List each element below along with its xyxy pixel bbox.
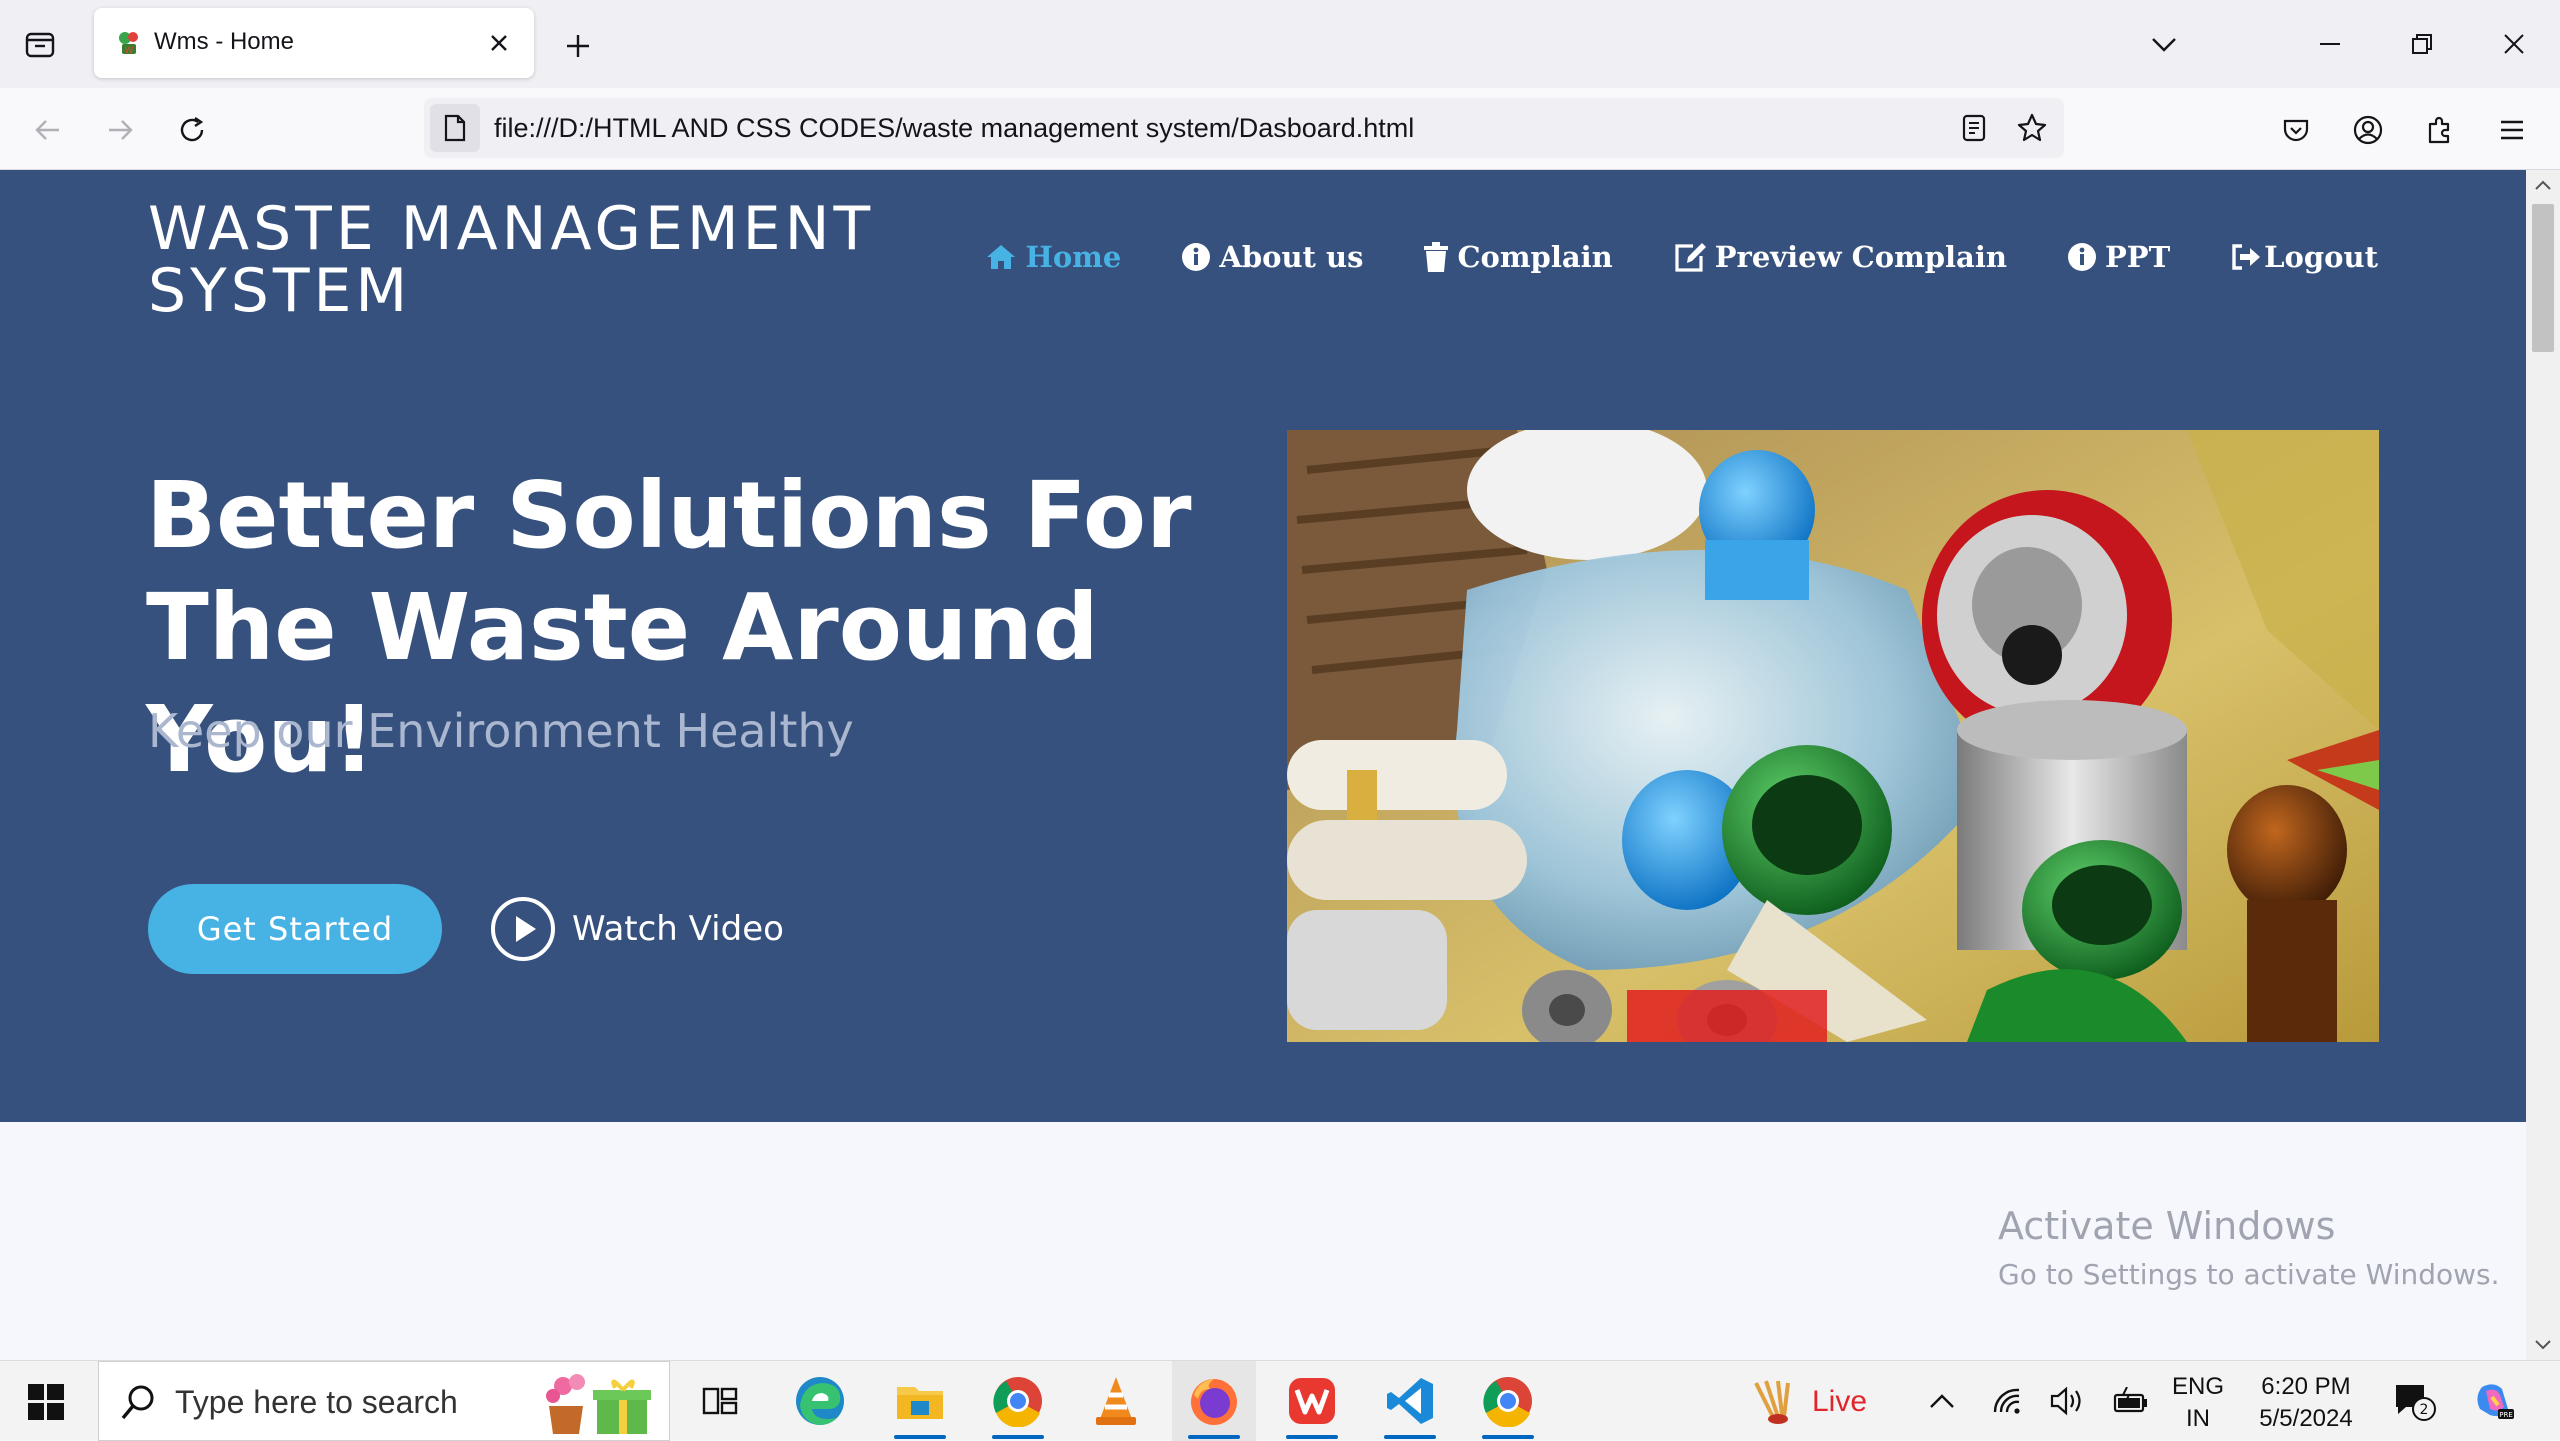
task-view-icon[interactable]: [678, 1361, 762, 1441]
firefox-view-icon[interactable]: [20, 26, 60, 62]
show-hidden-icons-chevron-icon[interactable]: [1920, 1379, 1964, 1423]
hero-recycling-image: [1287, 430, 2379, 1042]
scroll-down-arrow-icon[interactable]: [2526, 1330, 2560, 1360]
hero-section: WASTE MANAGEMENT SYSTEM Home About us Co…: [0, 170, 2526, 1122]
copilot-preview-icon[interactable]: PRE: [2472, 1379, 2516, 1423]
nav-label-logout: Logout: [2264, 240, 2378, 274]
nav-label-preview-complain: Preview Complain: [1714, 240, 2007, 274]
activate-windows-watermark: Activate Windows Go to Settings to activ…: [1998, 1204, 2500, 1291]
account-icon[interactable]: [2346, 108, 2390, 152]
list-all-tabs-chevron-icon[interactable]: [2144, 24, 2184, 64]
live-label: Live: [1812, 1385, 1868, 1418]
back-arrow-icon[interactable]: [24, 106, 72, 154]
live-widget[interactable]: Live: [1752, 1379, 1867, 1425]
page-info-icon[interactable]: [430, 104, 480, 152]
vscode-icon[interactable]: [1368, 1361, 1452, 1441]
new-tab-plus-icon[interactable]: [558, 26, 598, 66]
nav-label-ppt: PPT: [2104, 240, 2171, 274]
site-favicon-icon: W: [119, 32, 138, 56]
site-logo[interactable]: WASTE MANAGEMENT SYSTEM: [148, 198, 928, 322]
main-navigation: Home About us Complain Preview Complain …: [925, 240, 2378, 274]
notification-count: 2: [2420, 1402, 2429, 1418]
taskbar-clock[interactable]: 6:20 PM 5/5/2024: [2248, 1371, 2364, 1435]
nav-label-complain: Complain: [1457, 240, 1613, 274]
activate-windows-title: Activate Windows: [1998, 1204, 2336, 1248]
chrome-icon[interactable]: [976, 1361, 1060, 1441]
language-code: ENG: [2172, 1373, 2225, 1400]
info-icon: [1182, 243, 1211, 271]
edge-browser-icon[interactable]: [778, 1361, 862, 1441]
search-highlight-gifts-icon: [546, 1374, 651, 1434]
info-icon: [2067, 243, 2096, 271]
get-started-button[interactable]: Get Started: [148, 884, 442, 974]
minimize-window-icon[interactable]: [2300, 20, 2360, 68]
battery-icon[interactable]: [2110, 1379, 2154, 1423]
activate-windows-subtitle: Go to Settings to activate Windows.: [1998, 1258, 2500, 1291]
extensions-puzzle-icon[interactable]: [2418, 108, 2462, 152]
page-scrollbar[interactable]: [2526, 170, 2560, 1360]
pocket-icon[interactable]: [2274, 108, 2318, 152]
edit-icon: [1675, 243, 1706, 272]
nav-item-about-us[interactable]: About us: [1181, 240, 1363, 274]
search-icon: [121, 1385, 154, 1420]
search-placeholder: Type here to search: [175, 1384, 458, 1420]
browser-tab-bar: W Wms - Home: [0, 0, 2560, 88]
nav-label-about-us: About us: [1219, 240, 1364, 274]
windows-start-icon[interactable]: [18, 1381, 74, 1423]
taskbar-search-box[interactable]: Type here to search: [98, 1361, 670, 1441]
sign-out-icon: [2232, 244, 2261, 270]
hero-subheadline: Keep our Environment Healthy: [148, 704, 854, 758]
nav-item-logout[interactable]: Logout: [2230, 240, 2378, 274]
play-circle-icon: [491, 897, 555, 961]
language-region: IN: [2186, 1405, 2210, 1432]
page-viewport: WASTE MANAGEMENT SYSTEM Home About us Co…: [0, 170, 2560, 1360]
close-window-icon[interactable]: [2484, 20, 2544, 68]
wps-office-icon[interactable]: [1270, 1361, 1354, 1441]
clock-date: 5/5/2024: [2259, 1405, 2353, 1432]
home-icon: [987, 245, 1016, 269]
nav-item-ppt[interactable]: PPT: [2067, 240, 2170, 274]
network-wifi-icon[interactable]: [1986, 1379, 2030, 1423]
forward-arrow-icon[interactable]: [96, 106, 144, 154]
url-text[interactable]: file:///D:/HTML AND CSS CODES/waste mana…: [494, 113, 1414, 144]
windows-taskbar: Type here to search Live ENG IN 6:20 PM …: [0, 1360, 2560, 1441]
nav-item-preview-complain[interactable]: Preview Complain: [1673, 240, 2007, 274]
vlc-player-icon[interactable]: [1074, 1361, 1158, 1441]
svg-text:PRE: PRE: [2499, 1411, 2513, 1419]
notification-center-icon[interactable]: 2: [2392, 1379, 2436, 1423]
close-tab-icon[interactable]: [482, 26, 516, 60]
watch-video-label: Watch Video: [572, 909, 784, 949]
tab-title: Wms - Home: [154, 28, 294, 55]
file-explorer-icon[interactable]: [878, 1361, 962, 1441]
app-menu-hamburger-icon[interactable]: [2490, 108, 2534, 152]
clock-time: 6:20 PM: [2261, 1373, 2351, 1400]
input-language-indicator[interactable]: ENG IN: [2172, 1371, 2224, 1435]
nav-label-home: Home: [1025, 240, 1122, 274]
reader-view-icon[interactable]: [1954, 108, 1994, 148]
scroll-up-arrow-icon[interactable]: [2526, 170, 2560, 200]
restore-window-icon[interactable]: [2392, 20, 2452, 68]
watch-video-button[interactable]: Watch Video: [490, 896, 784, 962]
reload-icon[interactable]: [168, 106, 216, 154]
nav-item-complain[interactable]: Complain: [1423, 240, 1613, 274]
live-brush-icon: [1754, 1380, 1790, 1424]
volume-speaker-icon[interactable]: [2046, 1379, 2090, 1423]
nav-item-home[interactable]: Home: [985, 240, 1121, 274]
address-bar[interactable]: file:///D:/HTML AND CSS CODES/waste mana…: [424, 98, 2064, 158]
svg-text:W: W: [125, 46, 134, 56]
browser-tab-active[interactable]: W Wms - Home: [94, 8, 534, 78]
trash-icon: [1424, 242, 1449, 272]
browser-navigation-bar: file:///D:/HTML AND CSS CODES/waste mana…: [0, 88, 2560, 170]
scroll-thumb[interactable]: [2532, 204, 2554, 352]
bookmark-star-icon[interactable]: [2012, 108, 2052, 148]
chrome-second-window-icon[interactable]: [1466, 1361, 1550, 1441]
firefox-icon[interactable]: [1172, 1361, 1256, 1441]
